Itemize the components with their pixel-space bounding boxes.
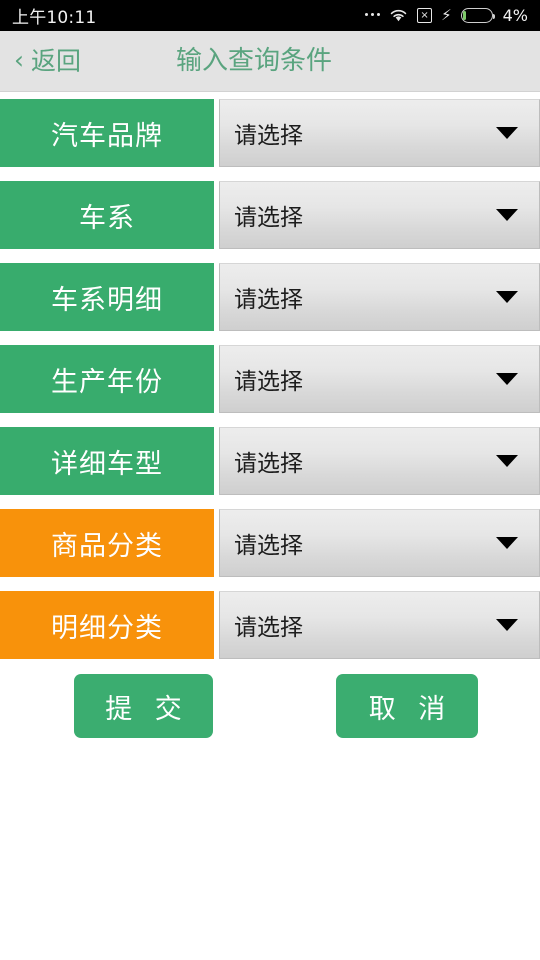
chevron-down-icon — [496, 209, 518, 221]
dropdown-product-category[interactable]: 请选择 — [219, 509, 540, 577]
chevron-down-icon — [496, 455, 518, 467]
dropdown-value-series-detail: 请选择 — [234, 287, 303, 313]
back-button-label: 返回 — [31, 46, 82, 76]
dropdown-car-brand[interactable]: 请选择 — [219, 99, 540, 167]
chevron-down-icon — [496, 127, 518, 139]
field-label-car-series[interactable]: 车系 — [0, 181, 214, 249]
cancel-button[interactable]: 取 消 — [336, 674, 478, 738]
dropdown-detail-category[interactable]: 请选择 — [219, 591, 540, 659]
dropdown-value-car-brand: 请选择 — [234, 123, 303, 149]
dropdown-production-year[interactable]: 请选择 — [219, 345, 540, 413]
no-sim-icon: × — [417, 8, 433, 23]
dropdown-value-product-category: 请选择 — [234, 533, 303, 559]
dropdown-series-detail[interactable]: 请选择 — [219, 263, 540, 331]
app-header: ‹ 返回 输入查询条件 — [0, 31, 540, 92]
form-row-car-brand: 汽车品牌 请选择 — [0, 99, 540, 167]
form-row-detail-category: 明细分类 请选择 — [0, 591, 540, 659]
submit-button[interactable]: 提 交 — [74, 674, 213, 738]
wifi-icon — [389, 8, 408, 23]
dropdown-value-car-series: 请选择 — [234, 205, 303, 231]
form-row-series-detail: 车系明细 请选择 — [0, 263, 540, 331]
dropdown-detailed-model[interactable]: 请选择 — [219, 427, 540, 495]
field-label-car-brand[interactable]: 汽车品牌 — [0, 99, 214, 167]
dropdown-value-detailed-model: 请选择 — [234, 451, 303, 477]
back-button[interactable]: ‹ 返回 — [14, 45, 82, 76]
chevron-down-icon — [496, 373, 518, 385]
chevron-down-icon — [496, 291, 518, 303]
form-row-product-category: 商品分类 请选择 — [0, 509, 540, 577]
charging-bolt-icon: ⚡ — [441, 6, 452, 24]
query-form: 汽车品牌 请选择 车系 请选择 车系明细 请选择 生产年份 请选择 详细车型 请… — [0, 99, 540, 673]
battery-percent-label: 4% — [502, 6, 528, 25]
dropdown-car-series[interactable]: 请选择 — [219, 181, 540, 249]
dropdown-value-detail-category: 请选择 — [234, 615, 303, 641]
dropdown-value-production-year: 请选择 — [234, 369, 303, 395]
chevron-down-icon — [496, 537, 518, 549]
action-button-bar: 提 交 取 消 — [0, 674, 540, 738]
field-label-product-category[interactable]: 商品分类 — [0, 509, 214, 577]
form-row-car-series: 车系 请选择 — [0, 181, 540, 249]
more-dots-icon — [364, 12, 381, 19]
status-time: 上午10:11 — [12, 8, 97, 28]
page-title: 输入查询条件 — [176, 46, 333, 76]
field-label-series-detail[interactable]: 车系明细 — [0, 263, 214, 331]
battery-icon — [460, 8, 495, 23]
chevron-left-icon: ‹ — [14, 45, 24, 75]
chevron-down-icon — [496, 619, 518, 631]
status-bar: 上午10:11 × ⚡ 4% — [0, 0, 540, 31]
status-icon-group: × ⚡ 4% — [364, 6, 528, 25]
field-label-detail-category[interactable]: 明细分类 — [0, 591, 214, 659]
form-row-production-year: 生产年份 请选择 — [0, 345, 540, 413]
form-row-detailed-model: 详细车型 请选择 — [0, 427, 540, 495]
field-label-production-year[interactable]: 生产年份 — [0, 345, 214, 413]
field-label-detailed-model[interactable]: 详细车型 — [0, 427, 214, 495]
